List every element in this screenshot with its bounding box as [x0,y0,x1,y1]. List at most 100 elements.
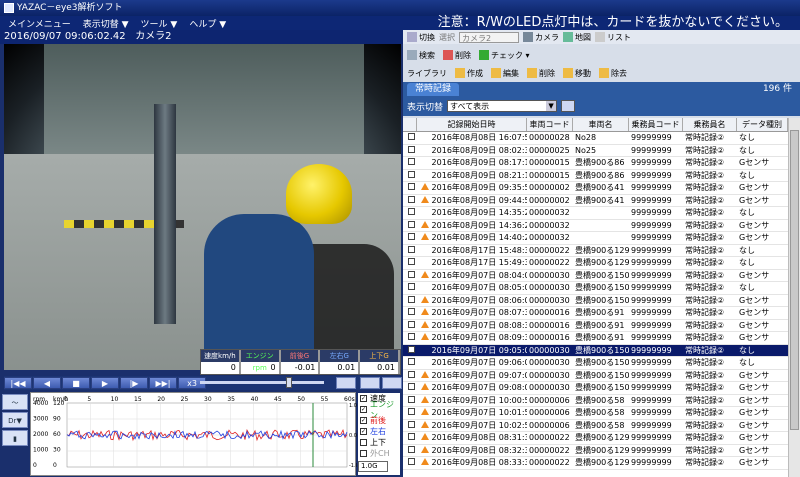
create-button[interactable]: 作成 [455,68,483,79]
snapshot-icon[interactable] [382,377,402,389]
menu-view[interactable]: 表示切替 ▼ [83,17,129,30]
remove-button[interactable]: 除去 [599,68,627,79]
row-checkbox[interactable] [403,220,417,232]
stop-button[interactable]: ■ [62,377,90,389]
switch-button[interactable]: 切換 [407,32,435,43]
table-row[interactable]: 2016年08月17日 15:49:30 00000022 豊橋900る129 999… [403,257,788,270]
delete-button[interactable]: 削除 [443,50,471,61]
row-checkbox[interactable] [403,395,417,407]
row-checkbox[interactable] [403,195,417,207]
table-row[interactable]: 2016年08月09日 08:21:15 00000015 豊橋900る86 9999… [403,170,788,182]
move-button[interactable]: 移動 [563,68,591,79]
row-checkbox[interactable] [403,332,417,344]
legend-item[interactable]: 外CH [358,448,400,459]
table-row[interactable]: 2016年08月09日 09:44:50 00000002 豊橋900る41 9999… [403,195,788,207]
table-row[interactable]: 2016年09月07日 08:09:37 00000016 豊橋900る91 9999… [403,332,788,345]
menu-help[interactable]: ヘルプ ▼ [189,17,226,30]
row-checkbox[interactable] [403,432,417,444]
skip-end-button[interactable]: ▶▶| [149,377,177,389]
table-row[interactable]: 2016年09月08日 08:32:37 00000022 豊橋900る129 999… [403,445,788,457]
scale-select[interactable]: 1.0G [358,461,388,472]
header-vehicle-code[interactable]: 車両コード [527,118,573,131]
legend-item[interactable]: ✓ エンジン [358,400,400,420]
skip-start-button[interactable]: |◀◀ [4,377,32,389]
table-row[interactable]: 2016年09月07日 09:08:08 00000030 豊橋900る150 999… [403,382,788,395]
video-frame[interactable] [4,44,401,370]
waveform-icon[interactable]: ～ [2,394,28,410]
camera-button[interactable]: カメラ [523,32,559,43]
table-row[interactable]: 2016年09月07日 08:05:08 00000030 豊橋900る150 999… [403,282,788,295]
row-checkbox[interactable] [403,445,417,457]
row-checkbox[interactable] [403,320,417,332]
playback-slider[interactable] [200,377,324,388]
header-data-type[interactable]: データ種別 [737,118,788,131]
header-driver-name[interactable]: 乗務員名 [683,118,737,131]
row-checkbox[interactable] [403,182,417,194]
library-delete-button[interactable]: 削除 [527,68,555,79]
row-checkbox[interactable] [403,257,417,269]
row-checkbox[interactable] [403,245,417,257]
menu-main[interactable]: メインメニュー [8,17,71,30]
header-start-time[interactable]: 記録開始日時 [417,118,527,131]
table-row[interactable]: 2016年08月09日 14:36:24 00000032 99999999 常時記録… [403,220,788,232]
header-driver-code[interactable]: 乗務員コード [629,118,683,131]
row-checkbox[interactable] [403,132,417,144]
row-checkbox[interactable] [403,457,417,469]
search-button[interactable]: 検索 [407,50,435,61]
legend-item[interactable]: 上下 [358,437,400,448]
row-checkbox[interactable] [403,382,417,394]
camera-select[interactable]: カメラ2 [459,31,519,43]
menu-tools[interactable]: ツール ▼ [141,17,178,30]
table-row[interactable]: 2016年08月09日 08:02:36 00000025 No25 99999999… [403,145,788,157]
filter-select[interactable]: すべて表示 ▼ [447,100,558,112]
row-checkbox[interactable] [403,157,417,169]
window-icon[interactable] [360,377,380,389]
driver-icon[interactable]: Dr▼ [2,412,28,428]
table-row[interactable]: 2016年08月09日 14:35:24 00000032 99999999 常時記録… [403,207,788,220]
row-checkbox[interactable] [403,407,417,419]
slider-knob[interactable] [286,377,292,388]
row-checkbox[interactable] [403,145,417,157]
table-row[interactable]: 2016年08月09日 14:40:24 00000032 99999999 常時記録… [403,232,788,245]
list-button[interactable]: リスト [595,32,631,43]
step-forward-button[interactable]: |▶ [120,377,148,389]
row-checkbox[interactable] [403,357,417,369]
legend-item[interactable]: ✓ 左右 [358,426,400,437]
table-row[interactable]: 2016年08月17日 15:48:30 00000022 豊橋900る129 999… [403,245,788,257]
table-row[interactable]: 2016年09月08日 08:33:37 00000022 豊橋900る129 999… [403,457,788,470]
map-button[interactable]: 地図 [563,32,591,43]
table-scrollbar[interactable] [788,118,800,477]
edit-button[interactable]: 編集 [491,68,519,79]
row-checkbox[interactable] [403,282,417,294]
step-back-button[interactable]: ◀ [33,377,61,389]
header-vehicle-name[interactable]: 車両名 [573,118,629,131]
filter-apply-icon[interactable] [561,100,576,112]
table-row[interactable]: 2016年09月07日 08:07:37 00000016 豊橋900る91 9999… [403,307,788,320]
refresh-icon[interactable] [336,377,356,389]
table-row[interactable]: 2016年09月07日 10:01:54 00000006 豊橋900る58 9999… [403,407,788,420]
row-checkbox[interactable] [403,420,417,432]
table-row[interactable]: 2016年09月07日 08:04:08 00000030 豊橋900る150 999… [403,270,788,282]
row-checkbox[interactable] [403,232,417,244]
table-row[interactable]: 2016年09月07日 08:06:08 00000030 豊橋900る150 999… [403,295,788,307]
row-checkbox[interactable] [403,170,417,182]
row-checkbox[interactable] [403,345,417,357]
table-row[interactable]: 2016年09月07日 10:02:54 00000006 豊橋900る58 9999… [403,420,788,432]
row-checkbox[interactable] [403,207,417,219]
row-checkbox[interactable] [403,370,417,382]
table-row[interactable]: 2016年08月09日 08:17:15 00000015 豊橋900る86 9999… [403,157,788,170]
header-check[interactable] [403,118,417,131]
table-row[interactable]: 2016年09月07日 10:00:54 00000006 豊橋900る58 9999… [403,395,788,407]
table-row[interactable]: 2016年09月07日 09:06:08 00000030 豊橋900る150 999… [403,357,788,370]
table-row[interactable]: 2016年09月07日 08:08:37 00000016 豊橋900る91 9999… [403,320,788,332]
play-button[interactable]: ▶ [91,377,119,389]
tab-regular-records[interactable]: 常時記録 [407,83,460,96]
row-checkbox[interactable] [403,295,417,307]
table-row[interactable]: 2016年09月07日 09:05:08 00000030 豊橋900る150 999… [403,344,788,357]
check-button[interactable]: チェック ▾ [479,50,530,61]
scrollbar-thumb[interactable] [790,130,799,430]
info-icon[interactable]: ▮ [2,430,28,446]
table-row[interactable]: 2016年08月09日 09:35:50 00000002 豊橋900る41 9999… [403,182,788,195]
table-row[interactable]: 2016年09月08日 08:31:37 00000022 豊橋900る129 999… [403,432,788,445]
row-checkbox[interactable] [403,307,417,319]
